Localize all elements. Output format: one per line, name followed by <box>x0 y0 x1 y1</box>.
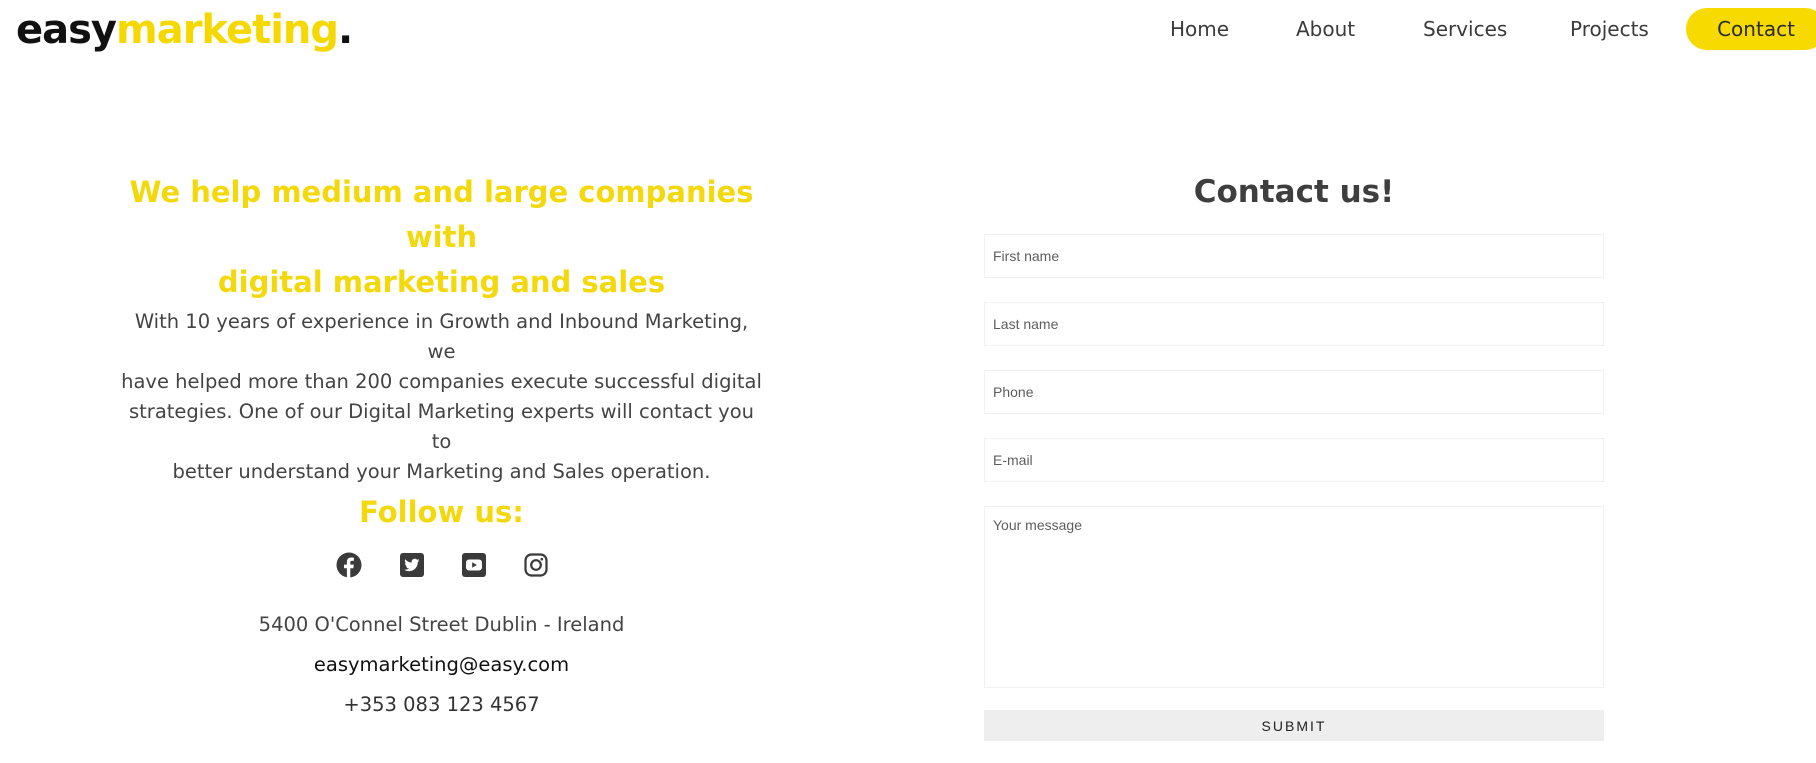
facebook-icon[interactable] <box>336 552 362 578</box>
phone-field[interactable] <box>984 370 1604 414</box>
twitter-icon[interactable] <box>399 552 425 578</box>
contact-phone: +353 083 123 4567 <box>343 693 540 716</box>
hero-headline-line: We help medium and large companies with <box>129 175 754 254</box>
hero-headline-line: digital marketing and sales <box>217 265 666 299</box>
intro-line: With 10 years of experience in Growth an… <box>134 310 749 363</box>
instagram-icon[interactable] <box>523 552 549 578</box>
first-name-field[interactable] <box>984 234 1604 278</box>
follow-title: Follow us: <box>359 495 524 529</box>
nav-services[interactable]: Services <box>1423 14 1507 44</box>
intro-line: strategies. One of our Digital Marketing… <box>129 400 754 453</box>
nav-projects[interactable]: Projects <box>1570 14 1649 44</box>
contact-email-link[interactable]: easymarketing@easy.com <box>120 650 763 680</box>
contact-address: 5400 O'Connel Street Dublin - Ireland <box>258 613 625 636</box>
youtube-icon[interactable] <box>461 552 487 578</box>
hero-intro: With 10 years of experience in Growth an… <box>120 307 763 487</box>
nav-contact-button[interactable]: Contact <box>1686 8 1816 50</box>
logo-dot: . <box>338 7 353 53</box>
hero-headline: We help medium and large companies with … <box>120 170 763 305</box>
submit-button[interactable]: SUBMIT <box>984 710 1604 741</box>
brand-logo[interactable]: easymarketing. <box>16 4 353 56</box>
nav-home[interactable]: Home <box>1170 14 1229 44</box>
logo-text-marketing: marketing <box>116 7 339 53</box>
nav-about[interactable]: About <box>1296 14 1355 44</box>
last-name-field[interactable] <box>984 302 1604 346</box>
form-title: Contact us! <box>1193 174 1395 210</box>
logo-text-easy: easy <box>16 7 117 53</box>
email-field[interactable] <box>984 438 1604 482</box>
intro-line: have helped more than 200 companies exec… <box>121 370 762 393</box>
intro-line: better understand your Marketing and Sal… <box>172 460 711 483</box>
message-field[interactable] <box>984 506 1604 688</box>
